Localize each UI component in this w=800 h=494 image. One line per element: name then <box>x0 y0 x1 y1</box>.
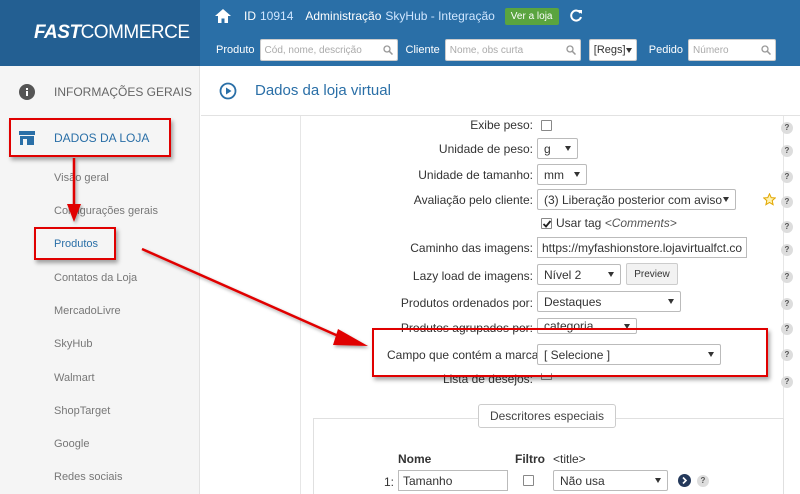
search-row: Produto Cód, nome, descrição Cliente Nom… <box>200 38 800 62</box>
checkmark-icon <box>542 220 552 228</box>
descritor-nome-input[interactable]: Tamanho <box>398 470 508 491</box>
produto-search-input[interactable]: Cód, nome, descrição <box>259 39 398 61</box>
pedido-search-label: Pedido <box>648 44 684 56</box>
search-icon <box>761 45 772 55</box>
caminho-imagens-label: Caminho das imagens: <box>410 241 533 255</box>
exibe-peso-checkbox[interactable] <box>541 120 552 131</box>
sidebar-item-visao-geral[interactable]: Visão geral <box>54 172 109 184</box>
chevron-down-icon <box>608 272 614 277</box>
sidebar-item-google[interactable]: Google <box>54 438 89 450</box>
admin-label: Administração <box>305 9 382 23</box>
view-store-button[interactable]: Ver a loja <box>504 7 559 25</box>
descritores-title: Descritores especiais <box>478 404 616 428</box>
help-icon[interactable]: ? <box>781 171 793 183</box>
store-name[interactable]: SkyHub - Integração <box>385 9 494 23</box>
play-circle-icon[interactable] <box>219 82 237 100</box>
pedido-search-input[interactable]: Número <box>688 39 777 61</box>
row-index: 1: <box>384 475 395 489</box>
caminho-imagens-input[interactable]: https://myfashionstore.lojavirtualfct.co <box>537 237 747 258</box>
unidade-peso-select[interactable]: g <box>537 138 578 159</box>
logo: FASTCOMMERCE <box>34 22 190 43</box>
unidade-tamanho-label: Unidade de tamanho: <box>418 168 533 182</box>
produtos-ordenados-label: Produtos ordenados por: <box>400 296 533 310</box>
help-icon[interactable]: ? <box>697 475 709 487</box>
store-id-value: 10914 <box>260 9 294 23</box>
chevron-down-icon <box>668 299 674 304</box>
usar-tag-label: Usar tag <Comments> <box>556 216 677 230</box>
help-icon[interactable]: ? <box>781 376 793 388</box>
produtos-ordenados-select[interactable]: Destaques <box>537 291 681 312</box>
content-header: Dados da loja virtual <box>201 66 800 116</box>
sidebar-item-mercadolivre[interactable]: MercadoLivre <box>54 305 121 317</box>
sidebar-item-shoptarget[interactable]: ShopTarget <box>54 405 110 417</box>
annotation-box-dados-da-loja <box>9 118 171 157</box>
exibe-peso-label: Exibe peso: <box>470 118 533 132</box>
avaliacao-label: Avaliação pelo cliente: <box>413 193 533 207</box>
column-header-title: <title> <box>553 452 586 466</box>
home-icon[interactable] <box>214 8 232 24</box>
sidebar-item-walmart[interactable]: Walmart <box>54 372 95 384</box>
unidade-peso-label: Unidade de peso: <box>438 142 533 156</box>
help-icon[interactable]: ? <box>781 298 793 310</box>
usar-tag-checkbox[interactable] <box>541 218 552 229</box>
help-icon[interactable]: ? <box>781 196 793 208</box>
help-icon[interactable]: ? <box>781 244 793 256</box>
cliente-search-label: Cliente <box>405 44 440 56</box>
cliente-search-input[interactable]: Nome, obs curta <box>444 39 581 61</box>
info-icon <box>19 84 35 100</box>
help-icon[interactable]: ? <box>781 349 793 361</box>
sidebar-item-configuracoes-gerais[interactable]: Configurações gerais <box>54 205 158 217</box>
chevron-down-icon <box>655 478 661 483</box>
sidebar-item-redes-sociais[interactable]: Redes sociais <box>54 471 122 483</box>
chevron-down-icon <box>625 47 632 53</box>
sidebar-item-skyhub[interactable]: SkyHub <box>54 338 93 350</box>
header-row: ID 10914 Administração SkyHub - Integraç… <box>200 0 800 32</box>
star-icon[interactable] <box>763 193 776 206</box>
column-header-nome: Nome <box>398 452 432 466</box>
search-icon <box>382 45 393 55</box>
help-icon[interactable]: ? <box>781 221 793 233</box>
descritor-title-select[interactable]: Não usa <box>553 470 668 491</box>
arrow-right-circle-icon[interactable] <box>678 474 691 487</box>
annotation-box-campo-marca <box>372 328 768 377</box>
chevron-down-icon <box>723 197 729 202</box>
descritor-filtro-checkbox[interactable] <box>523 475 534 486</box>
sidebar-item-contatos-da-loja[interactable]: Contatos da Loja <box>54 272 137 284</box>
lazy-load-select[interactable]: Nível 2 <box>537 264 621 285</box>
search-icon <box>566 45 576 55</box>
help-icon[interactable]: ? <box>781 323 793 335</box>
lazy-load-label: Lazy load de imagens: <box>412 269 533 283</box>
store-id-label: ID <box>244 9 256 23</box>
regs-select[interactable]: [Regs] <box>588 39 637 61</box>
help-icon[interactable]: ? <box>781 145 793 157</box>
column-header-filtro: Filtro <box>515 452 545 466</box>
help-icon[interactable]: ? <box>781 271 793 283</box>
annotation-box-produtos <box>34 227 116 260</box>
refresh-icon[interactable] <box>569 9 583 23</box>
preview-button[interactable]: Preview <box>626 263 678 285</box>
help-icon[interactable]: ? <box>781 122 793 134</box>
produto-search-label: Produto <box>216 44 255 56</box>
chevron-down-icon <box>574 172 580 177</box>
logo-area[interactable]: FASTCOMMERCE <box>0 0 200 66</box>
avaliacao-select[interactable]: (3) Liberação posterior com aviso <box>537 189 736 210</box>
sidebar-section-informacoes[interactable]: INFORMAÇÕES GERAIS <box>0 70 200 114</box>
unidade-tamanho-select[interactable]: mm <box>537 164 587 185</box>
page-title: Dados da loja virtual <box>255 82 391 99</box>
chevron-down-icon <box>565 146 571 151</box>
